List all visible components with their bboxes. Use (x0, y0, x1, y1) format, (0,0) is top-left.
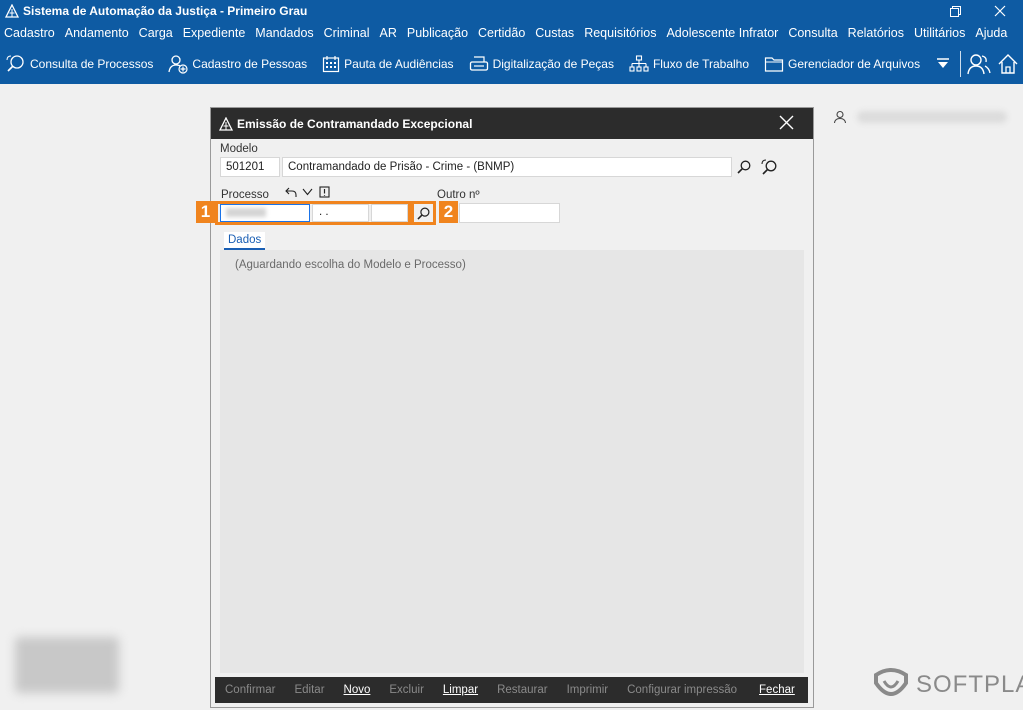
tab-panel-dados: (Aguardando escolha do Modelo e Processo… (220, 250, 804, 673)
search-process-icon (6, 55, 24, 72)
home-icon[interactable] (997, 53, 1019, 75)
fechar-button-label: Fechar (759, 684, 795, 696)
tab-dados[interactable]: Dados (224, 232, 266, 250)
configurar-impressao-button[interactable]: Configurar impressão (627, 684, 737, 696)
menu-requisitorios[interactable]: Requisitórios (584, 26, 656, 40)
waiting-message: (Aguardando escolha do Modelo e Processo… (235, 259, 466, 271)
toolbar-cadastro-pessoas[interactable]: Cadastro de Pessoas (168, 54, 307, 74)
toolbar-label: Consulta de Processos (30, 57, 154, 71)
contramandado-dialog: Emissão de Contramandado Excepcional Mod… (196, 107, 814, 708)
dialog-title: Emissão de Contramandado Excepcional (237, 116, 473, 131)
dropdown-arrow-icon[interactable] (936, 58, 950, 70)
dialog-title-bar: Emissão de Contramandado Excepcional (211, 108, 813, 139)
excluir-button[interactable]: Excluir (389, 684, 424, 696)
close-window-button[interactable] (977, 0, 1023, 22)
menu-utilitarios[interactable]: Utilitários (914, 26, 965, 40)
restore-icon (949, 5, 961, 17)
dialog-button-bar: Confirmar Editar Novo Excluir Limpar Res… (215, 677, 808, 703)
toolbar-label: Cadastro de Pessoas (192, 57, 308, 71)
softplan-wordmark: SOFTPLAN (916, 671, 1023, 698)
undo-icon[interactable] (285, 187, 297, 198)
advanced-search-icon (760, 158, 776, 175)
modelo-code-field[interactable]: 501201 (220, 157, 280, 177)
fechar-button[interactable]: Fechar (759, 684, 795, 696)
client-logo-redacted (15, 637, 119, 693)
toolbar-label: Fluxo de Trabalho (652, 57, 750, 71)
menu-custas[interactable]: Custas (535, 26, 574, 40)
toolbar-consulta-processos[interactable]: Consulta de Processos (6, 54, 153, 74)
advanced-search-modelo-button[interactable] (759, 157, 779, 177)
toolbar-label: Gerenciador de Arquivos (788, 57, 921, 71)
close-icon (994, 5, 1006, 17)
window-title-bar: Sistema de Automação da Justiça - Primei… (0, 0, 1023, 22)
processo-number-field[interactable] (220, 204, 310, 222)
search-icon (417, 207, 430, 220)
menu-consulta[interactable]: Consulta (788, 26, 837, 40)
limpar-button[interactable]: Limpar (443, 684, 478, 696)
chevron-down-icon[interactable] (302, 188, 313, 196)
modelo-description-field[interactable]: Contramandado de Prisão - Crime - (BNMP) (282, 157, 732, 177)
processo-digit-field[interactable]: . . (312, 204, 369, 222)
menu-carga[interactable]: Carga (139, 26, 173, 40)
callout-number-2: 2 (439, 201, 458, 223)
toolbar-fluxo-trabalho[interactable]: Fluxo de Trabalho (629, 55, 749, 73)
menu-cadastro[interactable]: Cadastro (4, 26, 55, 40)
menu-ajuda[interactable]: Ajuda (975, 26, 1007, 40)
menu-mandados[interactable]: Mandados (255, 26, 313, 40)
clipboard-icon[interactable] (319, 186, 330, 198)
modelo-label: Modelo (220, 143, 258, 155)
toolbar-separator (960, 51, 961, 77)
editar-button[interactable]: Editar (294, 684, 324, 696)
softplan-logo-icon (874, 668, 908, 696)
menu-relatorios[interactable]: Relatórios (848, 26, 904, 40)
processo-number-redacted (226, 208, 266, 217)
restore-button[interactable] (932, 0, 978, 22)
workflow-icon (629, 55, 649, 72)
menu-andamento[interactable]: Andamento (65, 26, 129, 40)
toolbar-label: Pauta de Audiências (344, 57, 454, 71)
menu-bar: Cadastro Andamento Carga Expediente Mand… (0, 22, 1023, 44)
processo-label: Processo (221, 189, 269, 201)
search-icon (737, 160, 751, 174)
menu-publicacao[interactable]: Publicação (407, 26, 468, 40)
confirmar-button[interactable]: Confirmar (225, 684, 275, 696)
callout-number-1: 1 (196, 201, 215, 223)
toolbar-digitalizacao-pecas[interactable]: Digitalização de Peças (469, 55, 614, 73)
novo-button[interactable]: Novo (344, 684, 371, 696)
scanner-icon (469, 56, 488, 71)
user-icon (833, 110, 847, 124)
limpar-button-label: Limpar (442, 684, 479, 696)
menu-adolescente-infrator[interactable]: Adolescente Infrator (666, 26, 778, 40)
outro-numero-field[interactable] (459, 203, 560, 223)
app-logo-icon (5, 4, 19, 18)
toolbar: Consulta de Processos Cadastro de Pessoa… (0, 44, 1023, 84)
restaurar-button[interactable]: Restaurar (497, 684, 548, 696)
calendar-icon (323, 56, 340, 73)
search-modelo-button[interactable] (734, 157, 754, 177)
toolbar-right-group (936, 44, 1019, 84)
user-name-redacted (857, 111, 1007, 123)
menu-certidao[interactable]: Certidão (478, 26, 525, 40)
menu-expediente[interactable]: Expediente (183, 26, 246, 40)
novo-button-label: Novo (343, 684, 371, 696)
add-person-icon (168, 55, 189, 74)
menu-ar[interactable]: AR (380, 26, 397, 40)
toolbar-gerenciador-arquivos[interactable]: Gerenciador de Arquivos (764, 55, 920, 73)
user-info (833, 110, 1007, 124)
app-logo-icon (219, 116, 233, 131)
imprimir-button[interactable]: Imprimir (567, 684, 609, 696)
window-title: Sistema de Automação da Justiça - Primei… (23, 4, 308, 18)
softplan-brand: SOFTPLAN (872, 667, 1023, 703)
close-dialog-icon[interactable] (779, 115, 794, 130)
search-processo-button[interactable] (414, 204, 433, 222)
toolbar-pauta-audiencias[interactable]: Pauta de Audiências (322, 55, 454, 73)
toolbar-label: Digitalização de Peças (492, 57, 614, 71)
folder-icon (764, 57, 784, 72)
outro-numero-label: Outro nº (437, 189, 480, 201)
processo-foro-field[interactable] (371, 204, 408, 222)
users-icon[interactable] (967, 53, 991, 75)
menu-criminal[interactable]: Criminal (324, 26, 370, 40)
